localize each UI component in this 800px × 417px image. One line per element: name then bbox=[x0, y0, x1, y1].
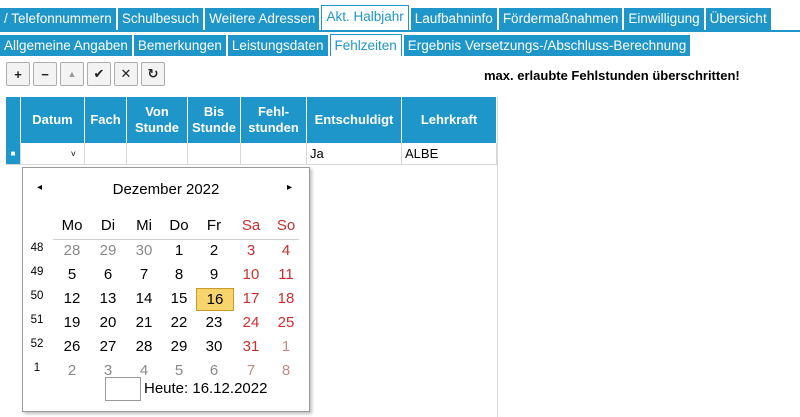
calendar-day[interactable]: 8 bbox=[161, 264, 197, 285]
sub-tab-bar: Allgemeine Angaben Bemerkungen Leistungs… bbox=[0, 32, 800, 56]
calendar-day[interactable]: 28 bbox=[126, 336, 162, 357]
weekday-header: Do bbox=[169, 217, 189, 234]
von-stunde-cell[interactable] bbox=[127, 143, 188, 165]
tab-schulbesuch[interactable]: Schulbesuch bbox=[117, 8, 204, 30]
calendar-day[interactable]: 7 bbox=[126, 264, 162, 285]
tab-ergebnis-berechnung[interactable]: Ergebnis Versetzungs-/Abschluss-Berechnu… bbox=[403, 35, 691, 56]
calendar-day[interactable]: 3 bbox=[233, 240, 269, 261]
week-number: 49 bbox=[30, 266, 44, 278]
calendar-day[interactable]: 4 bbox=[268, 240, 304, 261]
calendar-day[interactable]: 19 bbox=[54, 312, 90, 333]
col-fehlstunden-header[interactable]: Fehl-stunden bbox=[241, 97, 307, 143]
calendar-day[interactable]: 25 bbox=[268, 312, 304, 333]
remove-button[interactable]: − bbox=[33, 62, 57, 86]
tab-akt-halbjahr[interactable]: Akt. Halbjahr bbox=[321, 5, 409, 30]
week-number: 48 bbox=[30, 242, 44, 254]
today-button-box[interactable] bbox=[105, 377, 141, 401]
tab-leistungsdaten[interactable]: Leistungsdaten bbox=[227, 35, 328, 56]
fach-cell[interactable] bbox=[85, 143, 127, 165]
weekday-header: Di bbox=[100, 217, 116, 234]
calendar-day[interactable]: 8 bbox=[268, 360, 304, 381]
week-number: 51 bbox=[30, 314, 44, 326]
weekday-header: Mi bbox=[136, 217, 152, 234]
row-indicator[interactable]: ■ bbox=[6, 143, 21, 165]
next-month-button[interactable]: ▸ bbox=[287, 182, 292, 193]
calendar-day[interactable]: 22 bbox=[161, 312, 197, 333]
calendar-day[interactable]: 2 bbox=[54, 360, 90, 381]
calendar-day[interactable]: 7 bbox=[233, 360, 269, 381]
add-button[interactable]: + bbox=[6, 62, 30, 86]
cancel-button[interactable]: ✕ bbox=[114, 62, 138, 86]
lehrkraft-cell[interactable]: ALBE bbox=[402, 143, 497, 165]
tab-allgemeine-angaben[interactable]: Allgemeine Angaben bbox=[0, 35, 132, 56]
warning-message: max. erlaubte Fehlstunden überschritten! bbox=[484, 68, 740, 83]
calendar-day[interactable]: 15 bbox=[161, 288, 197, 309]
calendar-day[interactable]: 23 bbox=[196, 312, 232, 333]
col-fach-header[interactable]: Fach bbox=[85, 97, 127, 143]
calendar-day[interactable]: 5 bbox=[54, 264, 90, 285]
week-number: 50 bbox=[30, 290, 44, 302]
calendar-day[interactable]: 6 bbox=[90, 264, 126, 285]
tab-weitere-adressen[interactable]: Weitere Adressen bbox=[205, 8, 320, 30]
calendar-day[interactable]: 9 bbox=[196, 264, 232, 285]
calendar-day[interactable]: 1 bbox=[268, 336, 304, 357]
col-lehrkraft-header[interactable]: Lehrkraft bbox=[402, 97, 497, 143]
calendar-day[interactable]: 31 bbox=[233, 336, 269, 357]
today-label[interactable]: Heute: 16.12.2022 bbox=[144, 380, 267, 397]
col-entschuldigt-header[interactable]: Entschuldigt bbox=[307, 97, 402, 143]
col-von-stunde-header[interactable]: Von Stunde bbox=[127, 97, 188, 143]
calendar-day[interactable]: 17 bbox=[233, 288, 269, 309]
confirm-button[interactable]: ✔ bbox=[87, 62, 111, 86]
calendar-day[interactable]: 28 bbox=[54, 240, 90, 261]
calendar-day[interactable]: 12 bbox=[54, 288, 90, 309]
calendar-day[interactable]: 24 bbox=[233, 312, 269, 333]
fehlstunden-cell[interactable] bbox=[241, 143, 307, 165]
calendar-day[interactable]: 6 bbox=[196, 360, 232, 381]
tab-fehlzeiten[interactable]: Fehlzeiten bbox=[329, 34, 402, 56]
tab-bemerkungen[interactable]: Bemerkungen bbox=[133, 35, 226, 56]
calendar-day[interactable]: 29 bbox=[90, 240, 126, 261]
tab-uebersicht[interactable]: Übersicht bbox=[705, 8, 771, 30]
tab-laufbahninfo[interactable]: Laufbahninfo bbox=[410, 8, 497, 30]
calendar-day[interactable]: 18 bbox=[268, 288, 304, 309]
date-picker-popup: ◂ Dezember 2022 ▸ Mo Di Mi Do Fr Sa So 4… bbox=[22, 167, 310, 412]
calendar-day[interactable]: 30 bbox=[196, 336, 232, 357]
refresh-button[interactable]: ↻ bbox=[141, 62, 165, 86]
calendar-day[interactable]: 13 bbox=[90, 288, 126, 309]
bis-stunde-cell[interactable] bbox=[188, 143, 241, 165]
calendar-day[interactable]: 29 bbox=[161, 336, 197, 357]
calendar-day[interactable]: 30 bbox=[126, 240, 162, 261]
selected-day[interactable]: 16 bbox=[196, 288, 234, 311]
col-datum-header[interactable]: Datum bbox=[21, 97, 85, 143]
weekday-header: Fr bbox=[206, 217, 222, 234]
calendar-day[interactable]: 5 bbox=[161, 360, 197, 381]
entschuldigt-cell[interactable]: Ja bbox=[307, 143, 402, 165]
weekday-header: Sa bbox=[241, 217, 261, 234]
main-tab-bar: / Telefonnummern Schulbesuch Weitere Adr… bbox=[0, 0, 800, 32]
grid-toolbar: + − ▲ ✔ ✕ ↻ bbox=[6, 62, 165, 88]
calendar-day[interactable]: 27 bbox=[90, 336, 126, 357]
calendar-month-title[interactable]: Dezember 2022 bbox=[23, 181, 309, 198]
tab-telefonnummern[interactable]: / Telefonnummern bbox=[0, 8, 116, 30]
calendar-day[interactable]: 1 bbox=[161, 240, 197, 261]
weekday-header: So bbox=[276, 217, 296, 234]
week-number: 1 bbox=[33, 362, 41, 374]
grid-right-border bbox=[497, 97, 498, 417]
calendar-day[interactable]: 20 bbox=[90, 312, 126, 333]
calendar-day[interactable]: 21 bbox=[126, 312, 162, 333]
calendar-day[interactable]: 26 bbox=[54, 336, 90, 357]
calendar-day[interactable]: 11 bbox=[268, 264, 304, 285]
calendar-day[interactable]: 2 bbox=[196, 240, 232, 261]
tab-foerdermassnahmen[interactable]: Fördermaßnahmen bbox=[498, 8, 623, 30]
weekday-header: Mo bbox=[61, 217, 83, 234]
datum-cell[interactable]: ˅ bbox=[21, 143, 85, 165]
tab-einwilligung[interactable]: Einwilligung bbox=[624, 8, 704, 30]
move-up-button[interactable]: ▲ bbox=[60, 62, 84, 86]
week-number: 52 bbox=[30, 338, 44, 350]
col-bis-stunde-header[interactable]: Bis Stunde bbox=[188, 97, 241, 143]
row-indicator-header bbox=[6, 97, 21, 143]
calendar-day[interactable]: 14 bbox=[126, 288, 162, 309]
calendar-day[interactable]: 10 bbox=[233, 264, 269, 285]
